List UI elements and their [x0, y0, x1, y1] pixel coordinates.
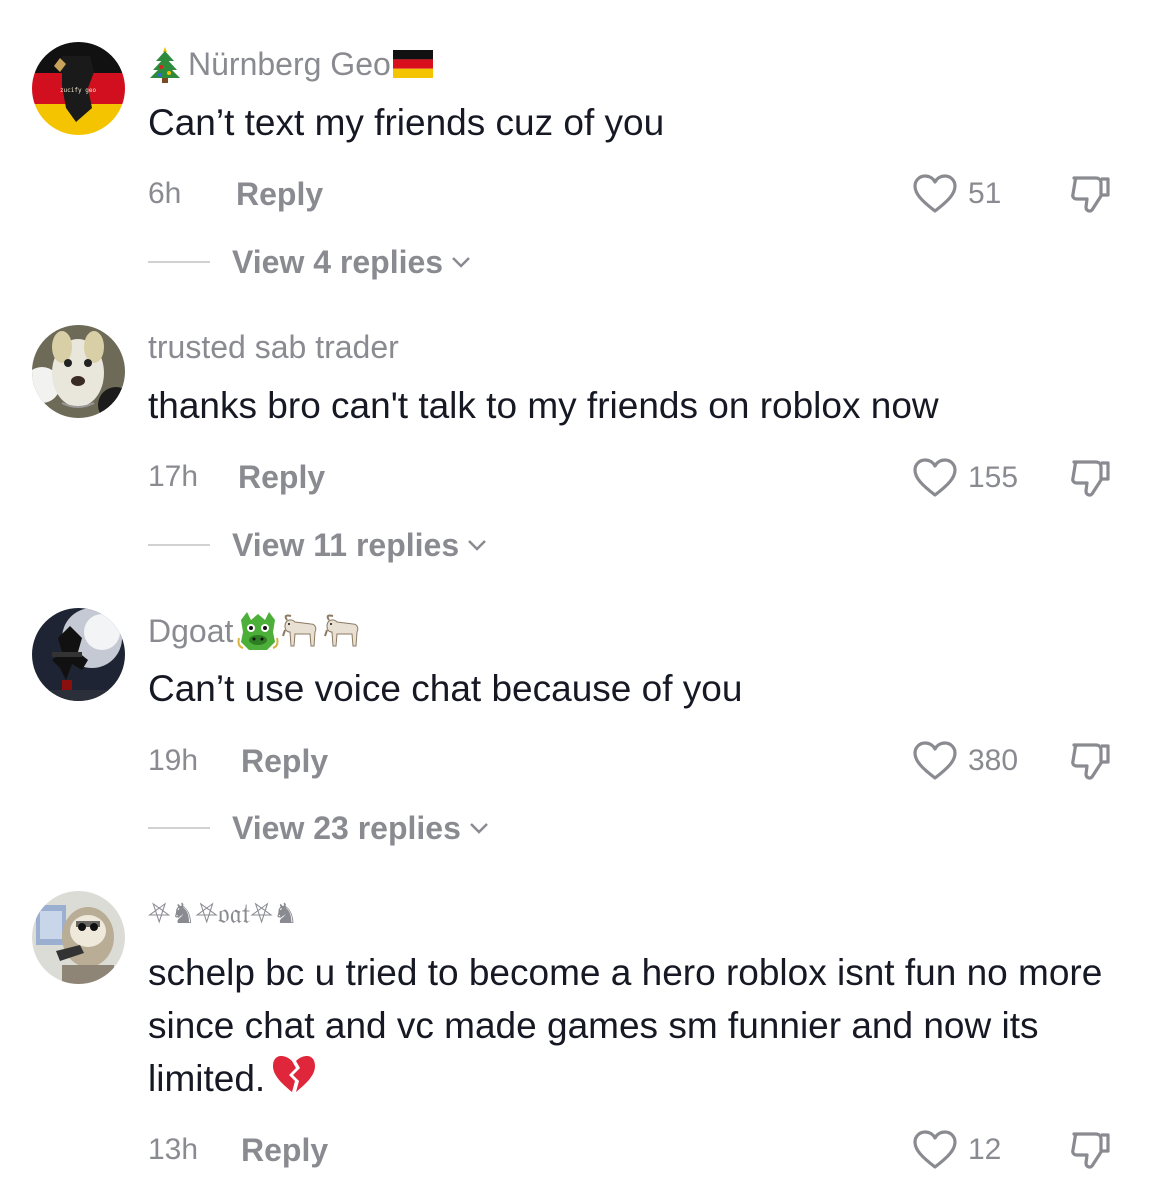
dislike-button[interactable]: [1068, 454, 1114, 500]
chevron-down-icon: [452, 257, 470, 268]
username-text: ⛧♞⛧𝔬𝔞𝔱⛧♞: [148, 897, 298, 930]
broken-heart-icon: [271, 1053, 317, 1109]
username-text: Dgoat: [148, 613, 234, 649]
like-count: 155: [968, 461, 1019, 494]
avatar[interactable]: zucify geo: [32, 42, 125, 135]
dragon-face-icon: [237, 612, 279, 650]
timestamp: 13h: [148, 1133, 199, 1166]
view-replies-label: View 4 replies: [232, 243, 444, 280]
view-replies-label: View 11 replies: [232, 526, 460, 563]
view-replies-button[interactable]: View 11 replies: [148, 525, 489, 565]
like-button[interactable]: 51: [912, 172, 1001, 216]
avatar[interactable]: [32, 608, 125, 701]
german-flag-icon: [392, 50, 433, 78]
like-count: 380: [968, 744, 1019, 777]
like-button[interactable]: 380: [912, 739, 1018, 783]
timestamp: 17h: [148, 460, 199, 493]
timestamp: 6h: [148, 177, 182, 210]
avatar[interactable]: [32, 325, 125, 418]
avatar[interactable]: [32, 891, 125, 984]
reply-button[interactable]: Reply: [238, 459, 325, 496]
comment-meta: 13h Reply: [148, 1130, 328, 1170]
divider-line: [148, 827, 210, 829]
like-button[interactable]: 155: [912, 456, 1018, 500]
username[interactable]: Nürnberg Geo: [148, 44, 433, 84]
comment-text: schelp bc u tried to become a hero roblo…: [148, 946, 1138, 1109]
heart-outline-icon: [913, 1130, 957, 1169]
heart-outline-icon: [913, 174, 957, 213]
thumbs-down-icon: [1071, 176, 1110, 213]
username[interactable]: ⛧♞⛧𝔬𝔞𝔱⛧♞: [148, 894, 298, 934]
reply-button[interactable]: Reply: [241, 1132, 328, 1169]
dragon-face-and-goat-icons: [237, 610, 363, 652]
thumbs-down-icon: [1071, 743, 1110, 780]
goat-icon: [282, 614, 317, 647]
username-text: trusted sab trader: [148, 329, 399, 365]
comment-text: Can’t use voice chat because of you: [148, 668, 743, 709]
chevron-down-icon: [470, 823, 488, 834]
like-count: 12: [968, 1133, 1002, 1166]
view-replies-button[interactable]: View 23 replies: [148, 808, 491, 848]
christmas-tree-icon: [148, 45, 182, 83]
view-replies-label: View 23 replies: [232, 809, 461, 846]
divider-line: [148, 261, 210, 263]
svg-text:zucify geo: zucify geo: [60, 87, 97, 94]
heart-outline-icon: [913, 458, 957, 497]
chevron-down-icon: [468, 540, 487, 551]
view-replies-button[interactable]: View 4 replies: [148, 242, 473, 282]
heart-outline-icon: [913, 741, 957, 780]
reply-button[interactable]: Reply: [236, 176, 323, 213]
like-count: 51: [968, 177, 1002, 210]
reply-button[interactable]: Reply: [241, 743, 328, 780]
dislike-button[interactable]: [1068, 737, 1114, 783]
comment-meta: 17h Reply: [148, 457, 325, 497]
goat-icon: [324, 614, 359, 647]
timestamp: 19h: [148, 744, 199, 777]
like-button[interactable]: 12: [912, 1128, 1001, 1172]
comment-meta: 6h Reply: [148, 174, 323, 214]
username[interactable]: Dgoat: [148, 610, 363, 652]
divider-line: [148, 544, 210, 546]
username[interactable]: trusted sab trader: [148, 327, 399, 367]
username-text: Nürnberg Geo: [188, 46, 391, 82]
comment-meta: 19h Reply: [148, 741, 328, 781]
dislike-button[interactable]: [1068, 170, 1114, 216]
comment-text: thanks bro can't talk to my friends on r…: [148, 385, 939, 426]
comment-text: Can’t text my friends cuz of you: [148, 102, 665, 143]
thumbs-down-icon: [1071, 460, 1110, 497]
dislike-button[interactable]: [1068, 1126, 1114, 1172]
thumbs-down-icon: [1071, 1132, 1110, 1169]
